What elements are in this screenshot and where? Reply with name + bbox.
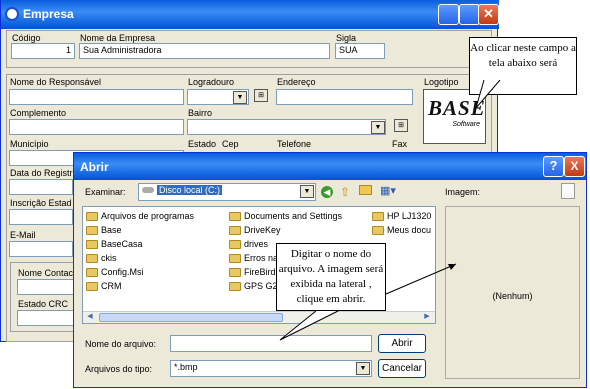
location-select[interactable]: Disco local (C:) (138, 183, 316, 201)
codigo-label: Código (12, 33, 41, 43)
sigla-label: Sigla (336, 33, 357, 43)
municipio-label: Município (10, 139, 49, 149)
nome-empresa-label: Nome da Empresa (80, 33, 156, 43)
email-label: E-Mail (10, 230, 36, 240)
imagem-label: Imagem: (445, 187, 481, 197)
bairro-label: Bairro (188, 108, 213, 118)
folder-icon (86, 212, 98, 222)
callout-mid-pointers (279, 263, 457, 341)
folder-icon (86, 240, 98, 250)
chevron-down-icon[interactable]: ▼ (371, 121, 385, 134)
folder-icon (229, 254, 241, 264)
scroll-left-icon[interactable]: ◀ (84, 312, 96, 323)
estado-label: Estado (188, 139, 217, 149)
folder-icon (372, 226, 384, 236)
chevron-down-icon[interactable]: ▼ (300, 185, 314, 198)
folder-icon (86, 282, 98, 292)
folder-icon (86, 226, 98, 236)
codigo-field[interactable]: 1 (11, 43, 75, 59)
folder-icon (372, 212, 384, 222)
abrir-titlebar: Abrir ? X (74, 153, 586, 180)
examinar-label: Examinar: (85, 187, 126, 197)
cancelar-button[interactable]: Cancelar (378, 359, 426, 378)
inscricao-field[interactable] (9, 209, 73, 225)
cep-label: Cep (222, 139, 239, 149)
endereco-label: Endereço (277, 77, 316, 87)
logo-subtext: Software (452, 121, 480, 128)
help-button[interactable]: ? (543, 156, 564, 177)
up-folder-icon[interactable]: ⇧ (340, 185, 350, 199)
telefone-label: Telefone (277, 139, 312, 149)
folder-item[interactable]: DriveKey (229, 225, 369, 236)
nome-empresa-field[interactable]: Sua Administradora (79, 43, 330, 59)
email-field[interactable] (9, 241, 73, 257)
data-registro-label: Data do Registr (10, 168, 73, 178)
bairro-select[interactable] (187, 119, 386, 135)
folder-icon (229, 240, 241, 250)
chevron-down-icon[interactable]: ▼ (356, 362, 370, 375)
scroll-thumb[interactable] (99, 313, 283, 322)
logotipo-label: Logotipo (424, 77, 459, 87)
folder-item[interactable]: Arquivos de programas (86, 211, 226, 222)
drive-icon (142, 187, 154, 193)
endereco-field[interactable] (276, 89, 413, 105)
new-folder-icon[interactable] (359, 185, 372, 195)
complemento-label: Complemento (10, 108, 67, 118)
tipo-label: Arquivos do tipo: (85, 364, 153, 374)
location-value: Disco local (C:) (157, 185, 223, 195)
preview-text: (Nenhum) (492, 291, 533, 301)
back-icon[interactable]: ◀ (321, 186, 333, 198)
folder-icon (229, 212, 241, 222)
window-title: Empresa (23, 7, 74, 21)
tipo-select[interactable]: *.bmp (170, 360, 372, 377)
data-registro-field[interactable] (9, 179, 73, 195)
logradouro-label: Logradouro (188, 77, 235, 87)
callout-top-pointer (475, 80, 501, 109)
folder-item[interactable]: Meus docu (372, 225, 434, 236)
empresa-titlebar: Empresa ✕ (1, 0, 499, 29)
preview-toggle-icon[interactable] (561, 183, 575, 199)
lookup-icon[interactable]: ⊞ (254, 89, 268, 102)
dialog-close-button[interactable]: X (564, 156, 585, 177)
view-menu-icon[interactable]: ▦▾ (380, 184, 396, 197)
folder-icon (86, 268, 98, 278)
folder-item[interactable]: Base (86, 225, 226, 236)
responsavel-label: Nome do Responsável (10, 77, 102, 87)
folder-item[interactable]: CRM (86, 281, 226, 292)
folder-icon (229, 282, 241, 292)
file-col-1: Arquivos de programas Base BaseCasa ckis… (86, 211, 226, 295)
inscricao-label: Inscrição Estad (10, 198, 72, 208)
folder-icon (229, 226, 241, 236)
file-col-3: HP LJ1320 Meus docu (372, 211, 434, 239)
close-button[interactable]: ✕ (478, 4, 499, 25)
estado-crc-label: Estado CRC (18, 299, 69, 309)
folder-item[interactable]: Documents and Settings (229, 211, 369, 222)
app-icon (5, 7, 19, 21)
folder-item[interactable]: HP LJ1320 (372, 211, 434, 222)
folder-icon (229, 268, 241, 278)
folder-icon (86, 254, 98, 264)
lookup-icon[interactable]: ⊞ (394, 119, 408, 132)
nome-contato-field[interactable] (17, 279, 75, 295)
folder-item[interactable]: ckis (86, 253, 226, 264)
chevron-down-icon[interactable]: ▼ (233, 91, 247, 104)
fax-label: Fax (392, 139, 408, 149)
minimize-button[interactable] (438, 4, 459, 25)
folder-item[interactable]: BaseCasa (86, 239, 226, 250)
nome-contato-label: Nome Contac (18, 268, 74, 278)
maximize-button[interactable] (459, 4, 480, 25)
estado-crc-field[interactable] (17, 310, 75, 326)
complemento-field[interactable] (9, 119, 184, 135)
responsavel-field[interactable] (9, 89, 184, 105)
folder-item[interactable]: Config.Msi (86, 267, 226, 278)
preview-pane: (Nenhum) (445, 206, 580, 379)
sigla-field[interactable]: SUA (335, 43, 385, 59)
dialog-title: Abrir (80, 160, 109, 174)
nome-arquivo-label: Nome do arquivo: (85, 339, 157, 349)
